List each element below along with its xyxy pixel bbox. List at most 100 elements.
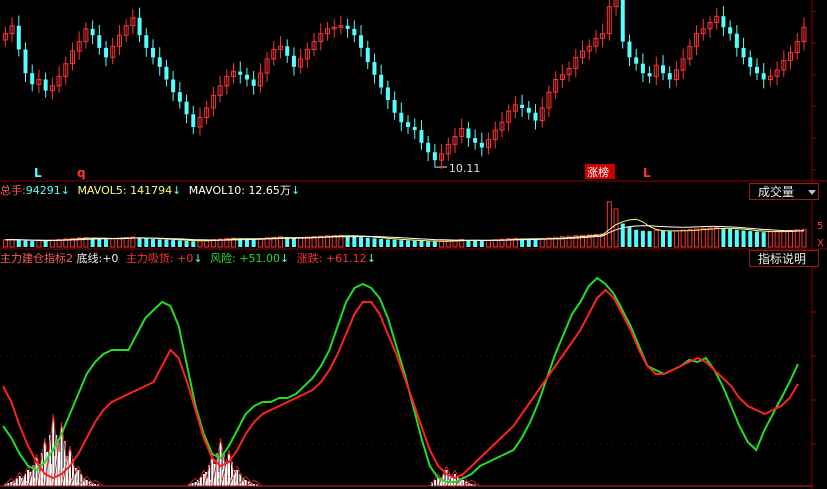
volume-bar-panel[interactable] — [2, 201, 807, 248]
volume-ma-line-mavol10 — [5, 225, 804, 241]
indicator-name: 主力建仓指标2 — [0, 252, 73, 265]
volume-bar-down — [359, 236, 364, 247]
price-candle-down — [90, 28, 95, 36]
mavol10-label: MAVOL10: — [188, 184, 245, 197]
indicator-help-button[interactable]: 指标说明 — [749, 250, 819, 267]
volume-bar-up — [707, 227, 713, 248]
volume-bar-down — [479, 240, 484, 247]
volume-bar-down — [184, 240, 189, 247]
price-candle-down — [151, 47, 156, 58]
volume-bar-up — [539, 238, 545, 248]
volume-bar-down — [667, 231, 672, 247]
volume-bar-up — [680, 229, 686, 248]
price-candle-down — [97, 35, 102, 48]
price-candle-down — [647, 73, 652, 77]
price-candle-down — [754, 66, 759, 74]
indicator-accumulation-bar — [227, 454, 230, 486]
price-candle-down — [171, 79, 176, 93]
mavol5-label: MAVOL5: — [77, 184, 127, 197]
volume-bar-down — [761, 232, 766, 247]
price-candle-down — [399, 112, 404, 123]
indicator-line-panel[interactable] — [0, 267, 816, 487]
price-marker-l-right: L — [643, 166, 651, 180]
volume-bar-down — [285, 237, 290, 247]
volume-bar-down — [104, 239, 109, 247]
price-candle-down — [432, 152, 437, 161]
price-candle-down — [285, 46, 290, 56]
volume-bar-down — [352, 236, 357, 247]
indicator-rise-line — [2, 288, 799, 480]
volume-bar-up — [653, 229, 659, 248]
volume-bar-down — [385, 239, 390, 247]
volume-bar-down — [661, 230, 666, 247]
indicator-rise-value: +61.12 — [325, 252, 367, 265]
volume-bar-down — [177, 240, 182, 247]
arrow-down-icon: ↓ — [290, 184, 301, 197]
volume-bar-down — [171, 240, 176, 247]
volume-bar-down — [191, 241, 196, 247]
indicator-accumulation-outline — [3, 477, 12, 487]
price-candle-down — [23, 49, 28, 74]
volume-bar-up — [110, 238, 116, 248]
price-candle-down — [251, 79, 256, 86]
price-candle-down — [392, 100, 397, 113]
volume-bar-up — [606, 201, 612, 248]
volume-label: 总手: — [0, 184, 26, 197]
price-candle-down — [291, 55, 296, 67]
indicator-legend: 主力建仓指标2 底线:+0 主力吸货: +0↓ 风险: +51.00↓ 涨跌: … — [0, 251, 380, 267]
mavol5-value: 141794 — [130, 184, 173, 197]
price-candle-down — [406, 122, 411, 127]
arrow-down-icon: ↓ — [172, 184, 182, 197]
price-candle-down — [620, 0, 625, 42]
volume-bar-down — [721, 228, 726, 247]
mavol10-value: 12.65万 — [248, 184, 291, 197]
price-candle-down — [426, 142, 431, 153]
volume-bar-up — [700, 227, 706, 248]
indicator-accumulation-bar — [15, 478, 18, 486]
price-candle-down — [104, 47, 109, 58]
volume-bar-down — [426, 241, 431, 247]
volume-bar-down — [399, 240, 404, 247]
volume-bar-up — [613, 208, 619, 248]
chevron-down-icon — [808, 190, 816, 195]
price-candle-down — [634, 57, 639, 64]
price-candle-down — [16, 25, 21, 50]
indicator-risk-line — [2, 276, 799, 483]
price-candle-down — [244, 74, 249, 80]
price-candlestick-panel[interactable] — [2, 0, 807, 170]
volume-bar-down — [419, 241, 424, 247]
arrow-down-icon: ↓ — [193, 252, 203, 265]
volume-bar-down — [345, 235, 350, 247]
price-candle-down — [728, 27, 733, 34]
volume-bar-up — [49, 239, 55, 248]
arrow-down-icon: ↓ — [280, 252, 290, 265]
volume-bar-up — [197, 240, 203, 248]
price-candle-down — [466, 128, 471, 139]
volume-bar-down — [741, 230, 746, 247]
volume-bar-up — [116, 237, 122, 248]
price-candle-down — [640, 63, 645, 74]
volume-bar-up — [439, 240, 445, 248]
price-candle-down — [479, 142, 484, 148]
volume-selector-button[interactable]: 成交量 — [749, 183, 819, 200]
price-axis-ticks — [812, 10, 816, 171]
volume-bar-up — [2, 239, 8, 248]
price-candle-down — [520, 104, 525, 108]
indicator-accumulation-bar — [453, 474, 456, 486]
price-candle-down — [184, 101, 189, 115]
price-candle-down — [667, 73, 672, 80]
volume-bar-up — [767, 231, 773, 248]
volume-bar-up — [9, 238, 15, 248]
volume-bar-up — [673, 230, 679, 248]
volume-bar-up — [298, 237, 304, 248]
price-candle-down — [412, 126, 417, 131]
arrow-down-icon: ↓ — [366, 252, 376, 265]
indicator-rise-label: 涨跌: — [296, 252, 323, 265]
volume-bar-up — [801, 228, 807, 248]
price-candle-down — [144, 35, 149, 48]
volume-bar-down — [157, 239, 162, 247]
tag-badge-label[interactable]: 涨榜 — [587, 165, 609, 179]
volume-bar-down — [466, 240, 471, 247]
volume-value: 94291 — [25, 184, 61, 197]
volume-bar-up — [486, 239, 492, 248]
